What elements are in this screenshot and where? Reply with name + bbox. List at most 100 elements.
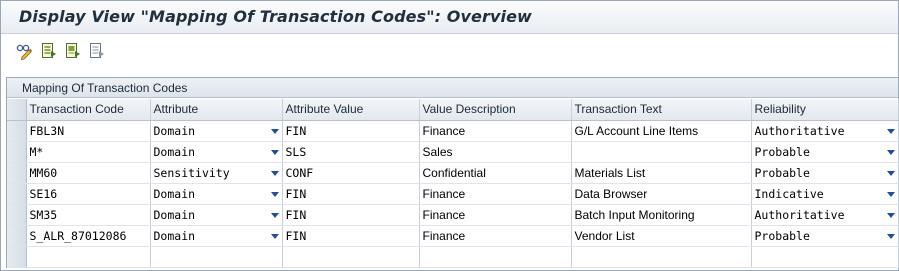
dropdown-arrow-icon[interactable]: [886, 170, 895, 176]
value-description-cell: Finance: [419, 225, 572, 247]
reliability-cell[interactable]: Probable: [751, 162, 899, 184]
transaction-text-cell: Data Browser: [571, 183, 752, 205]
dropdown-arrow-icon[interactable]: [270, 233, 279, 239]
row-selector[interactable]: [7, 162, 27, 184]
attribute-value: Domain: [153, 123, 196, 138]
dropdown-arrow-icon[interactable]: [270, 212, 279, 218]
page-title: Display View "Mapping Of Transaction Cod…: [19, 7, 532, 26]
row-selector[interactable]: [7, 183, 27, 205]
attribute-value-cell: FIN: [282, 183, 420, 205]
column-header[interactable]: Transaction Code: [26, 99, 151, 121]
empty-cell: [751, 246, 899, 268]
row-selector[interactable]: [7, 246, 27, 268]
reliability-cell[interactable]: Authoritative: [751, 204, 899, 226]
attribute-cell[interactable]: Domain: [150, 183, 283, 205]
empty-row: [7, 246, 899, 268]
deselect-all-icon: [90, 43, 104, 58]
empty-cell: [150, 246, 283, 268]
table-row: M* Domain SLS Sales Probable: [7, 141, 899, 163]
transaction-code-cell: S_ALR_87012086: [26, 225, 151, 247]
attribute-cell[interactable]: Domain: [150, 225, 283, 247]
select-all-cell[interactable]: [7, 99, 27, 121]
row-selector[interactable]: [7, 204, 27, 226]
reliability-cell[interactable]: Probable: [751, 225, 899, 247]
select-block-icon: [66, 43, 80, 58]
empty-cell: [419, 246, 572, 268]
attribute-value-cell: SLS: [282, 141, 420, 163]
row-selector[interactable]: [7, 141, 27, 163]
select-all-button[interactable]: [39, 41, 59, 61]
attribute-value-cell: FIN: [282, 225, 420, 247]
table-control: Mapping Of Transaction Codes Transaction…: [6, 77, 899, 268]
title-bar: Display View "Mapping Of Transaction Cod…: [1, 1, 898, 34]
glasses-pencil-icon: [16, 44, 33, 60]
table-body: FBL3N Domain FIN Finance G/L Account Lin…: [7, 120, 899, 268]
attribute-value-cell: FIN: [282, 204, 420, 226]
attribute-cell[interactable]: Sensitivity: [150, 162, 283, 184]
table-row: SE16 Domain FIN Finance Data Browser Ind…: [7, 183, 899, 205]
dropdown-arrow-icon[interactable]: [886, 191, 895, 197]
select-block-button[interactable]: [63, 41, 83, 61]
value-description-cell: Finance: [419, 183, 572, 205]
attribute-value: Domain: [153, 207, 196, 222]
column-header[interactable]: Reliability: [751, 99, 899, 121]
column-header[interactable]: Transaction Text: [571, 99, 752, 121]
reliability-value: Probable: [754, 228, 810, 243]
reliability-value: Authoritative: [754, 207, 845, 222]
attribute-value-cell: CONF: [282, 162, 420, 184]
column-header[interactable]: Attribute: [150, 99, 283, 121]
dropdown-arrow-icon[interactable]: [270, 170, 279, 176]
value-description-cell: Sales: [419, 141, 572, 163]
value-description-cell: Finance: [419, 204, 572, 226]
transaction-text-cell: G/L Account Line Items: [571, 120, 752, 142]
table-row: MM60 Sensitivity CONF Confidential Mater…: [7, 162, 899, 184]
attribute-value-cell: FIN: [282, 120, 420, 142]
sap-window: Display View "Mapping Of Transaction Cod…: [0, 0, 899, 271]
display-change-button[interactable]: [15, 41, 35, 61]
mapping-table: Transaction Code Attribute Attribute Val…: [7, 99, 899, 268]
reliability-value: Authoritative: [754, 123, 845, 138]
attribute-cell[interactable]: Domain: [150, 120, 283, 142]
empty-cell: [26, 246, 151, 268]
column-header[interactable]: Attribute Value: [282, 99, 420, 121]
deselect-all-button[interactable]: [87, 41, 107, 61]
value-description-cell: Finance: [419, 120, 572, 142]
empty-cell: [571, 246, 752, 268]
value-description-cell: Confidential: [419, 162, 572, 184]
attribute-value: Domain: [153, 186, 196, 201]
column-header[interactable]: Value Description: [419, 99, 572, 121]
transaction-text-cell: Materials List: [571, 162, 752, 184]
reliability-cell[interactable]: Indicative: [751, 183, 899, 205]
empty-cell: [282, 246, 420, 268]
dropdown-arrow-icon[interactable]: [270, 191, 279, 197]
dropdown-arrow-icon[interactable]: [886, 149, 895, 155]
attribute-cell[interactable]: Domain: [150, 204, 283, 226]
application-toolbar: [1, 35, 898, 67]
table-caption: Mapping Of Transaction Codes: [7, 78, 898, 98]
attribute-value: Sensitivity: [153, 165, 230, 180]
table-row: S_ALR_87012086 Domain FIN Finance Vendor…: [7, 225, 899, 247]
table-row: SM35 Domain FIN Finance Batch Input Moni…: [7, 204, 899, 226]
reliability-value: Probable: [754, 165, 810, 180]
dropdown-arrow-icon[interactable]: [270, 128, 279, 134]
dropdown-arrow-icon[interactable]: [270, 149, 279, 155]
transaction-code-cell: SE16: [26, 183, 151, 205]
transaction-code-cell: SM35: [26, 204, 151, 226]
dropdown-arrow-icon[interactable]: [886, 128, 895, 134]
transaction-code-cell: M*: [26, 141, 151, 163]
reliability-value: Indicative: [754, 186, 824, 201]
dropdown-arrow-icon[interactable]: [886, 233, 895, 239]
transaction-text-cell: [571, 141, 752, 163]
reliability-cell[interactable]: Probable: [751, 141, 899, 163]
row-selector[interactable]: [7, 225, 27, 247]
table-row: FBL3N Domain FIN Finance G/L Account Lin…: [7, 120, 899, 142]
transaction-text-cell: Batch Input Monitoring: [571, 204, 752, 226]
reliability-cell[interactable]: Authoritative: [751, 120, 899, 142]
transaction-code-cell: MM60: [26, 162, 151, 184]
dropdown-arrow-icon[interactable]: [886, 212, 895, 218]
select-all-icon: [42, 43, 56, 58]
reliability-value: Probable: [754, 144, 810, 159]
attribute-cell[interactable]: Domain: [150, 141, 283, 163]
attribute-value: Domain: [153, 144, 196, 159]
row-selector[interactable]: [7, 120, 27, 142]
